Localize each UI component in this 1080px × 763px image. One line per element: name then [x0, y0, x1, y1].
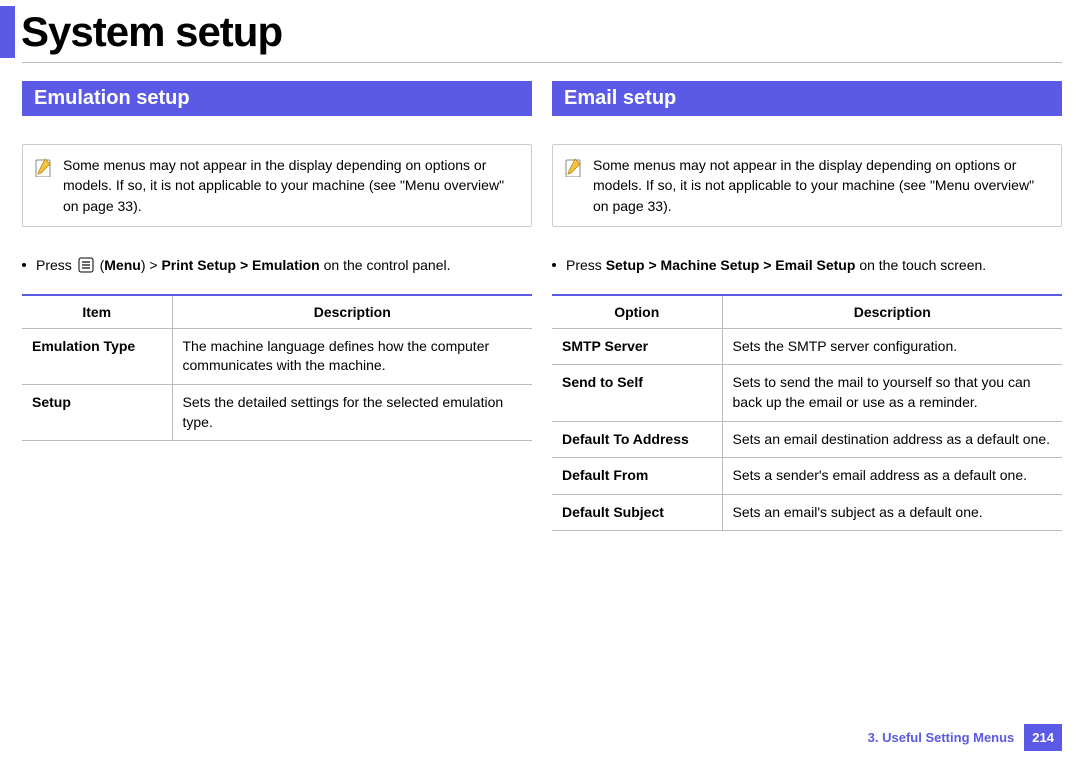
- row-description: Sets the SMTP server configuration.: [722, 328, 1062, 365]
- th-option: Option: [552, 295, 722, 329]
- table-row: SMTP ServerSets the SMTP server configur…: [552, 328, 1062, 365]
- bullet-path: Setup > Machine Setup > Email Setup: [606, 257, 856, 273]
- left-column: Emulation setup Some menus may not appea…: [22, 81, 532, 531]
- row-label: Send to Self: [552, 365, 722, 421]
- bullet-icon: [552, 263, 556, 267]
- table-row: SetupSets the detailed settings for the …: [22, 385, 532, 441]
- row-label: Default From: [552, 458, 722, 495]
- title-accent: [0, 6, 15, 58]
- note-text-left: Some menus may not appear in the display…: [63, 155, 519, 216]
- bullet-menu-label: Menu: [104, 257, 141, 273]
- th-item: Item: [22, 295, 172, 329]
- section-heading-email: Email setup: [552, 81, 1062, 116]
- row-label: Setup: [22, 385, 172, 441]
- row-description: Sets a sender's email address as a defau…: [722, 458, 1062, 495]
- instruction-text-left: Press (Menu) > Print Setup > Emulation o…: [36, 255, 532, 276]
- table-row: Emulation TypeThe machine language defin…: [22, 328, 532, 384]
- instruction-right: Press Setup > Machine Setup > Email Setu…: [552, 255, 1062, 276]
- row-description: Sets the detailed settings for the selec…: [172, 385, 532, 441]
- note-box-right: Some menus may not appear in the display…: [552, 144, 1062, 227]
- table-row: Default SubjectSets an email's subject a…: [552, 494, 1062, 531]
- email-table-body: SMTP ServerSets the SMTP server configur…: [552, 328, 1062, 531]
- row-label: Default To Address: [552, 421, 722, 458]
- bullet-path: Print Setup > Emulation: [161, 257, 319, 273]
- title-bar: System setup: [0, 0, 1080, 58]
- bullet-prefix: Press: [566, 257, 606, 273]
- section-heading-emulation: Emulation setup: [22, 81, 532, 116]
- instruction-left: Press (Menu) > Print Setup > Emulation o…: [22, 255, 532, 276]
- footer-chapter: 3. Useful Setting Menus: [868, 730, 1025, 745]
- instruction-text-right: Press Setup > Machine Setup > Email Setu…: [566, 255, 1062, 276]
- note-text-right: Some menus may not appear in the display…: [593, 155, 1049, 216]
- bullet-suffix: on the control panel.: [324, 257, 451, 273]
- emulation-table-body: Emulation TypeThe machine language defin…: [22, 328, 532, 440]
- menu-button-icon: [78, 257, 94, 273]
- footer-page-number: 214: [1024, 724, 1062, 751]
- th-description: Description: [172, 295, 532, 329]
- note-icon: [563, 157, 583, 177]
- bullet-icon: [22, 263, 26, 267]
- note-icon: [33, 157, 53, 177]
- row-description: Sets an email destination address as a d…: [722, 421, 1062, 458]
- row-label: SMTP Server: [552, 328, 722, 365]
- th-description: Description: [722, 295, 1062, 329]
- row-label: Emulation Type: [22, 328, 172, 384]
- content-columns: Emulation setup Some menus may not appea…: [0, 63, 1080, 531]
- row-description: Sets to send the mail to yourself so tha…: [722, 365, 1062, 421]
- page-title: System setup: [21, 6, 282, 58]
- table-row: Default FromSets a sender's email addres…: [552, 458, 1062, 495]
- note-box-left: Some menus may not appear in the display…: [22, 144, 532, 227]
- bullet-prefix: Press: [36, 257, 76, 273]
- row-description: Sets an email's subject as a default one…: [722, 494, 1062, 531]
- emulation-table: Item Description Emulation TypeThe machi…: [22, 294, 532, 441]
- table-row: Send to SelfSets to send the mail to you…: [552, 365, 1062, 421]
- right-column: Email setup Some menus may not appear in…: [552, 81, 1062, 531]
- email-table: Option Description SMTP ServerSets the S…: [552, 294, 1062, 532]
- bullet-suffix: on the touch screen.: [859, 257, 986, 273]
- row-label: Default Subject: [552, 494, 722, 531]
- table-row: Default To AddressSets an email destinat…: [552, 421, 1062, 458]
- footer: 3. Useful Setting Menus 214: [868, 724, 1062, 751]
- row-description: The machine language defines how the com…: [172, 328, 532, 384]
